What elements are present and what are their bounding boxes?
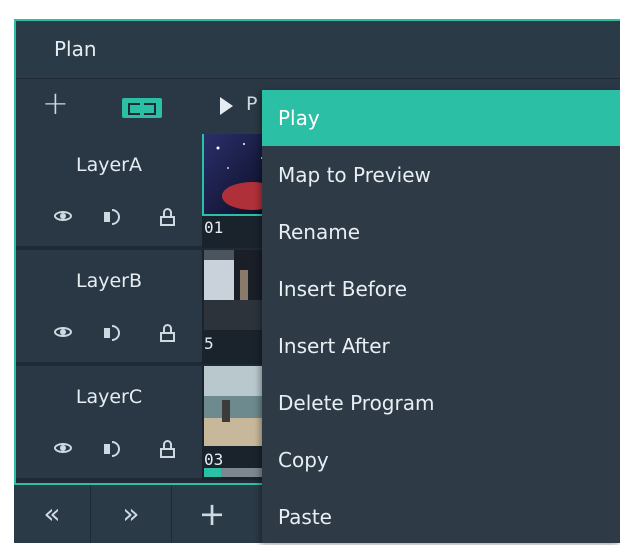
space-thumbnail-image [202, 134, 272, 216]
layer-name: LayerA [76, 154, 142, 176]
layer-name: LayerB [75, 270, 142, 292]
previous-button[interactable]: « [14, 485, 90, 543]
lock-icon[interactable] [156, 206, 180, 228]
menu-item-copy[interactable]: Copy [262, 432, 620, 488]
lock-icon[interactable] [156, 322, 180, 344]
window-title: Plan [54, 37, 97, 61]
eye-icon[interactable] [52, 438, 76, 460]
layer-row[interactable]: LayerB [16, 250, 202, 364]
layer-list: LayerA LayerB LayerC [16, 134, 202, 483]
menu-item-insert-after[interactable]: Insert After [262, 318, 620, 374]
thumbnail-label: 01 [204, 218, 224, 237]
menu-item-delete-program[interactable]: Delete Program [262, 375, 620, 431]
layer-row[interactable]: LayerA [16, 134, 202, 248]
stage-thumbnail-image [204, 250, 270, 330]
speaker-icon[interactable] [104, 322, 128, 344]
play-label[interactable]: P [246, 93, 257, 115]
menu-item-rename[interactable]: Rename [262, 204, 620, 260]
context-menu: Play Map to Preview Rename Insert Before… [262, 90, 620, 543]
link-icon[interactable] [122, 98, 162, 118]
play-icon[interactable] [220, 97, 233, 115]
eye-icon[interactable] [52, 206, 76, 228]
title-bar: Plan [16, 21, 620, 79]
menu-item-map-to-preview[interactable]: Map to Preview [262, 147, 620, 203]
add-layer-button[interactable]: + [42, 87, 69, 119]
menu-item-paste[interactable]: Paste [262, 489, 620, 545]
next-button[interactable]: » [91, 485, 171, 543]
playback-progress [204, 468, 270, 477]
thumbnail-label: 5 [204, 334, 214, 353]
playback-progress-fill [204, 468, 221, 477]
menu-item-insert-before[interactable]: Insert Before [262, 261, 620, 317]
thumbnail-label: 03 [204, 450, 224, 469]
menu-item-play[interactable]: Play [262, 90, 620, 146]
add-program-button[interactable]: + [172, 485, 252, 543]
beach-thumbnail-image [204, 366, 270, 446]
layer-name: LayerC [75, 386, 143, 408]
speaker-icon[interactable] [104, 206, 128, 228]
speaker-icon[interactable] [104, 438, 128, 460]
layer-row[interactable]: LayerC [16, 366, 202, 480]
lock-icon[interactable] [156, 438, 180, 460]
eye-icon[interactable] [52, 322, 76, 344]
